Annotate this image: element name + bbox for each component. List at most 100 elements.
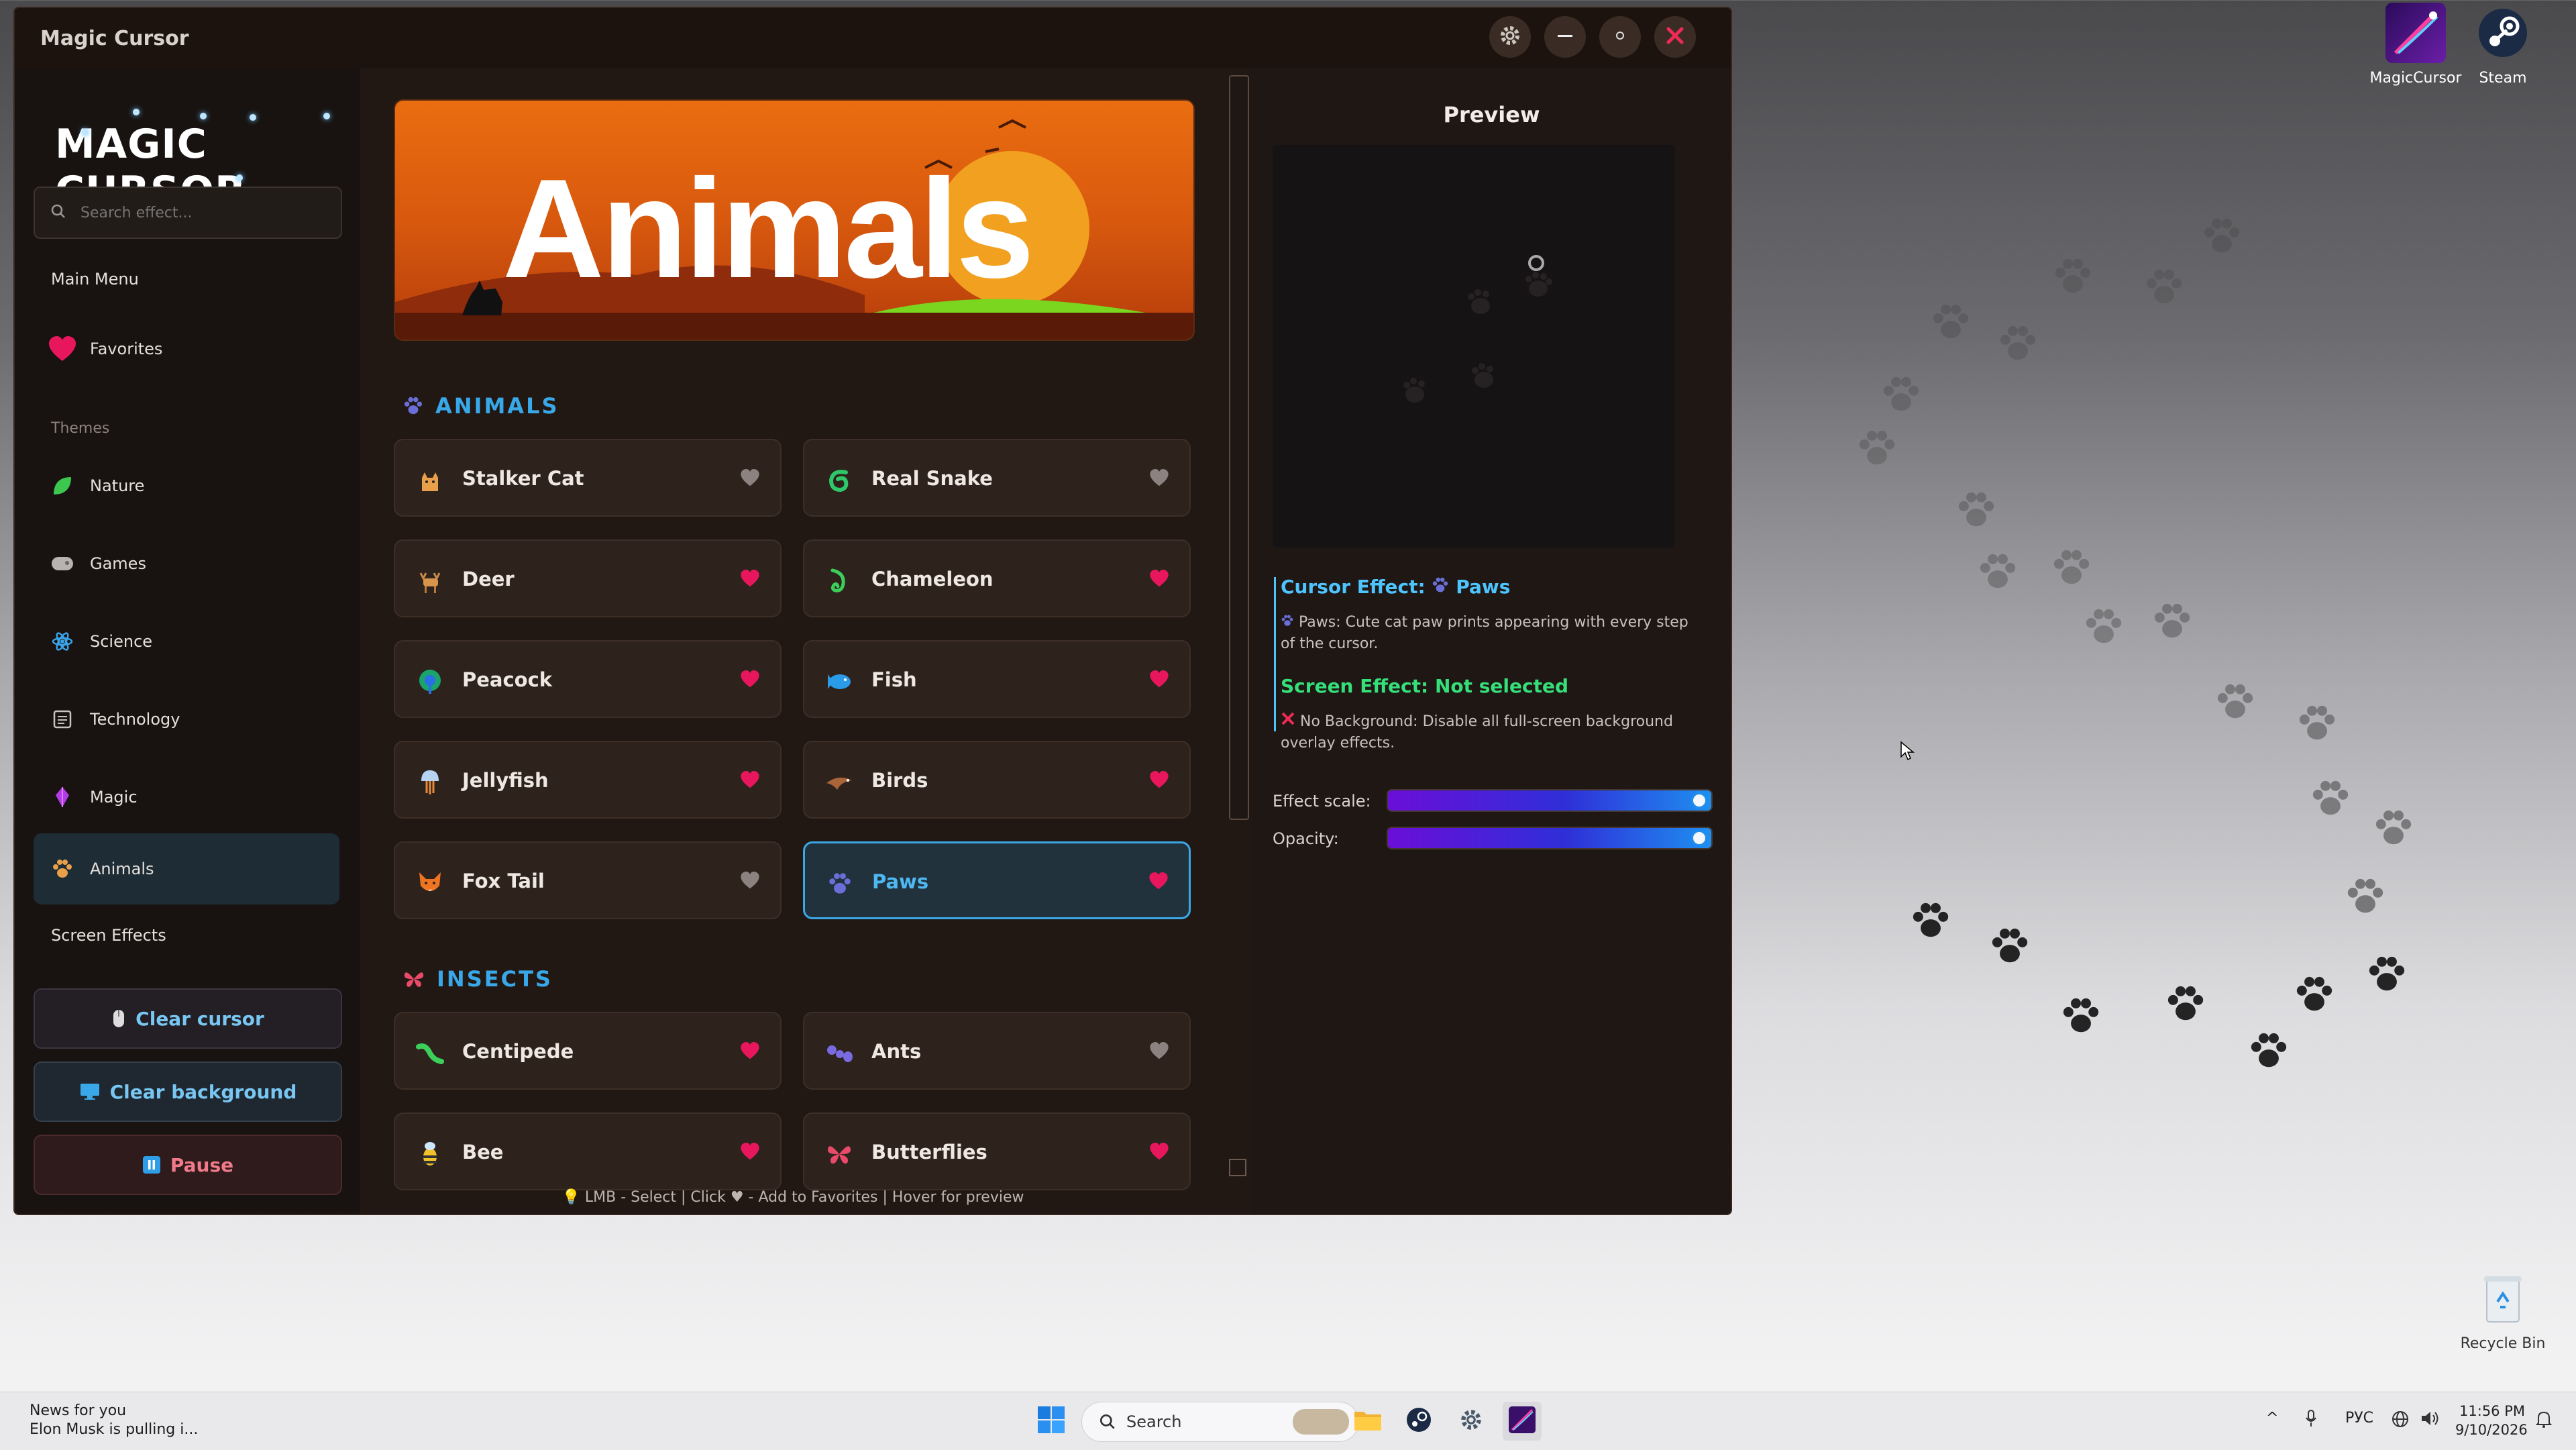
paw-print-icon — [1857, 429, 1897, 470]
main-menu-link[interactable]: Main Menu — [51, 270, 139, 289]
paw-icon — [1281, 614, 1294, 631]
effect-card-peacock[interactable]: Peacock — [394, 640, 782, 718]
paw-print-icon — [2084, 608, 2124, 648]
effect-card-ants[interactable]: Ants — [803, 1012, 1191, 1090]
desktop-icon-recycle-bin[interactable]: Recycle Bin — [2453, 1268, 2553, 1352]
favorite-heart-icon[interactable] — [740, 670, 760, 691]
bird-icon — [824, 768, 854, 797]
favorite-heart-icon[interactable] — [740, 1041, 760, 1063]
title-bar[interactable]: Magic Cursor — [15, 8, 1731, 68]
preview-canvas[interactable] — [1273, 145, 1675, 548]
favorite-heart-icon[interactable] — [740, 1142, 760, 1163]
opacity-slider[interactable] — [1387, 827, 1713, 849]
paw-print-icon — [1998, 325, 2038, 365]
sidebar-item-games[interactable]: Games — [34, 530, 339, 597]
maximize-button[interactable] — [1599, 16, 1641, 58]
tray-chevron-icon[interactable]: ^ — [2266, 1410, 2278, 1427]
pause-button[interactable]: Pause — [34, 1135, 342, 1195]
taskbar-steam[interactable] — [1399, 1402, 1438, 1441]
sidebar: MAGIC CURSOR Main Menu Favorites Themes … — [15, 68, 360, 1214]
settings-button[interactable] — [1489, 16, 1531, 58]
sidebar-item-label: Animals — [90, 860, 154, 878]
effect-card-chameleon[interactable]: Chameleon — [803, 539, 1191, 617]
paw-print-icon — [2165, 985, 2206, 1025]
favorite-heart-icon[interactable] — [740, 569, 760, 590]
favorite-heart-icon[interactable] — [1149, 468, 1169, 490]
notification-bell-icon[interactable] — [2535, 1410, 2553, 1433]
effect-card-paws[interactable]: Paws — [803, 841, 1191, 919]
sidebar-item-favorites[interactable]: Favorites — [34, 315, 339, 382]
paw-print-icon — [1990, 927, 2030, 968]
close-button[interactable] — [1654, 16, 1696, 58]
language-indicator[interactable]: РУС — [2345, 1410, 2373, 1427]
sidebar-item-magic[interactable]: Magic — [34, 764, 339, 831]
screen-effects-link[interactable]: Screen Effects — [51, 926, 166, 945]
effect-card-label: Ants — [871, 1040, 922, 1063]
desktop-icon-steam[interactable]: Steam — [2453, 3, 2553, 87]
sidebar-item-technology[interactable]: Technology — [34, 686, 339, 753]
effect-card-fish[interactable]: Fish — [803, 640, 1191, 718]
taskbar-magiccursor[interactable] — [1503, 1402, 1542, 1441]
favorite-heart-icon[interactable] — [1149, 770, 1169, 792]
news-text: Elon Musk is pulling i... — [30, 1421, 199, 1438]
paw-print-icon — [1881, 376, 1921, 416]
news-widget[interactable]: News for you Elon Musk is pulling i... — [30, 1402, 198, 1439]
app-logo: MAGIC CURSOR — [42, 109, 337, 215]
volume-icon[interactable] — [2420, 1410, 2440, 1431]
taskbar-settings[interactable] — [1452, 1402, 1491, 1441]
search-icon — [1098, 1412, 1117, 1434]
cursor-effect-description: Paws: Cute cat paw prints appearing with… — [1281, 612, 1697, 655]
effect-card-centipede[interactable]: Centipede — [394, 1012, 782, 1090]
paw-print-icon — [2367, 955, 2407, 996]
microphone-icon[interactable] — [2305, 1410, 2317, 1431]
effect-card-real-snake[interactable]: Real Snake — [803, 439, 1191, 517]
favorite-heart-icon[interactable] — [1148, 872, 1169, 893]
search-input[interactable] — [79, 200, 330, 225]
effect-scale-slider[interactable] — [1387, 789, 1713, 812]
paw-icon — [825, 869, 855, 898]
effect-card-bee[interactable]: Bee — [394, 1112, 782, 1190]
screen-effect-description: No Background: Disable all full-screen b… — [1281, 711, 1697, 754]
maximize-icon — [1610, 25, 1630, 48]
effect-card-jellyfish[interactable]: Jellyfish — [394, 741, 782, 819]
paw-icon — [46, 859, 79, 879]
sidebar-item-label: Magic — [90, 788, 138, 807]
desktop-icon-label: Steam — [2479, 70, 2527, 87]
gear-icon — [1497, 23, 1523, 51]
favorite-heart-icon[interactable] — [740, 871, 760, 892]
effect-card-stalker-cat[interactable]: Stalker Cat — [394, 439, 782, 517]
effect-card-fox-tail[interactable]: Fox Tail — [394, 841, 782, 919]
taskbar-search[interactable]: Search — [1081, 1402, 1359, 1442]
effects-scrollbar[interactable] — [1229, 75, 1249, 820]
paw-icon — [1432, 576, 1449, 598]
slider-knob[interactable] — [1691, 830, 1707, 846]
search-box[interactable] — [34, 187, 342, 239]
effect-card-butterflies[interactable]: Butterflies — [803, 1112, 1191, 1190]
effect-card-label: Butterflies — [871, 1141, 987, 1163]
desktop-icon-magiccursor[interactable]: MagicCursor — [2365, 3, 2466, 87]
favorite-heart-icon[interactable] — [740, 468, 760, 490]
favorite-heart-icon[interactable] — [1149, 569, 1169, 590]
slider-knob[interactable] — [1691, 792, 1707, 809]
start-button[interactable] — [1032, 1402, 1071, 1441]
sidebar-item-nature[interactable]: Nature — [34, 452, 339, 519]
favorite-heart-icon[interactable] — [1149, 670, 1169, 691]
sidebar-item-animals[interactable]: Animals — [34, 833, 339, 904]
effect-card-birds[interactable]: Birds — [803, 741, 1191, 819]
sidebar-item-science[interactable]: Science — [34, 608, 339, 675]
clear-background-button[interactable]: Clear background — [34, 1061, 342, 1122]
sparkle-icon — [133, 109, 140, 115]
favorite-heart-icon[interactable] — [1149, 1041, 1169, 1063]
favorite-heart-icon[interactable] — [1149, 1142, 1169, 1163]
effect-card-deer[interactable]: Deer — [394, 539, 782, 617]
favorite-heart-icon[interactable] — [740, 770, 760, 792]
clear-cursor-button[interactable]: Clear cursor — [34, 988, 342, 1049]
taskbar-file-explorer[interactable] — [1348, 1402, 1387, 1441]
clock[interactable]: 11:56 PM 9/10/2026 — [2455, 1402, 2528, 1439]
effect-card-label: Centipede — [462, 1040, 574, 1063]
network-icon[interactable] — [2391, 1410, 2410, 1433]
effect-card-label: Peacock — [462, 668, 553, 691]
minimize-button[interactable] — [1544, 16, 1586, 58]
scroll-corner — [1229, 1159, 1246, 1176]
effect-card-label: Real Snake — [871, 467, 993, 490]
